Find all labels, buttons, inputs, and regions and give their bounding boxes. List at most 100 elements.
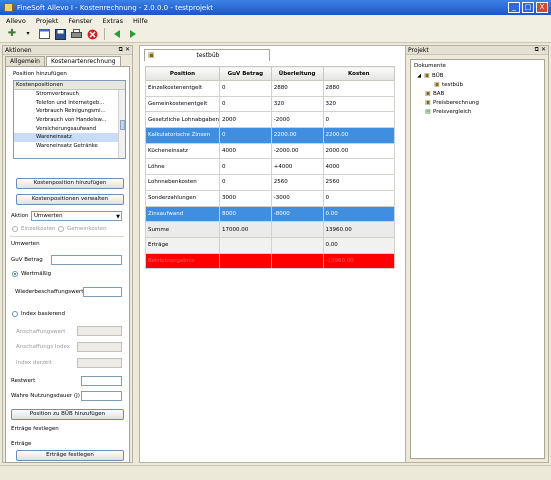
table-cell[interactable]: 2560 (270, 174, 324, 191)
table-cell[interactable]: 8000 (219, 205, 272, 223)
collapse-triangle-icon[interactable]: ◢ (416, 73, 422, 79)
table-cell[interactable]: 2000 (219, 111, 272, 129)
table-cell[interactable]: 2200.00 (322, 127, 396, 144)
einzelkosten-radio[interactable] (12, 226, 18, 232)
column-header-ueberleitung[interactable]: Überleitung (270, 66, 324, 81)
tab-kostenartenrechnung[interactable]: Kostenartenrechnung (45, 56, 121, 66)
table-row[interactable]: Sonderzahlungen 3000 -3000 0 (144, 189, 396, 207)
back-arrow-icon[interactable] (111, 28, 123, 40)
aktion-select[interactable]: Umwerten ▼ (31, 211, 122, 221)
table-cell[interactable]: 0.00 (322, 205, 396, 223)
table-cell[interactable] (270, 221, 324, 238)
table-cell[interactable]: 0 (219, 158, 272, 176)
table-cell[interactable]: 2880 (322, 80, 396, 97)
list-item[interactable]: Wareneinsatz Getränke (14, 142, 119, 151)
float-icon[interactable]: ⧉ (119, 46, 123, 54)
menu-projekt[interactable]: Projekt (36, 17, 58, 25)
table-cell[interactable]: -2000 (270, 111, 324, 129)
restwert-input[interactable] (81, 376, 122, 386)
dropdown-icon[interactable]: ▾ (22, 28, 34, 40)
tree-node-preisberechnung[interactable]: ▣ Preisberechnung (425, 100, 479, 107)
delete-icon[interactable] (86, 28, 98, 40)
menu-hilfe[interactable]: Hilfe (133, 17, 148, 25)
table-cell[interactable] (270, 252, 324, 270)
table-cell[interactable]: Sonderzahlungen (144, 189, 221, 207)
guv-betrag-input[interactable] (51, 255, 122, 265)
table-cell[interactable]: Zinsaufwand (144, 205, 221, 223)
column-header-guv-betrag[interactable]: GuV Betrag (219, 66, 272, 81)
table-row[interactable]: Gemeinkostenentgelt 0 320 320 (144, 95, 396, 113)
minimize-button[interactable]: _ (508, 2, 520, 13)
table-cell[interactable]: 320 (322, 95, 396, 113)
table-cell[interactable]: Kalkulatorische Zinsen (144, 127, 221, 144)
table-cell[interactable] (270, 236, 324, 254)
tree-node-bab[interactable]: ▣ BAB (425, 91, 444, 98)
wertmaessig-radio[interactable] (12, 271, 18, 277)
table-cell[interactable]: 2880 (270, 80, 324, 97)
table-cell[interactable]: Kücheneinsatz (144, 142, 221, 160)
table-cell[interactable]: Lohnnebenkosten (144, 174, 221, 191)
table-cell[interactable]: Summe (144, 221, 221, 238)
menu-fenster[interactable]: Fenster (68, 17, 92, 25)
table-cell[interactable]: Erträge (144, 236, 221, 254)
add-icon[interactable]: ✚ (6, 28, 18, 40)
wiederbeschaffungswert-input[interactable] (83, 287, 122, 297)
forward-arrow-icon[interactable] (127, 28, 139, 40)
table-cell[interactable]: +4000 (270, 158, 324, 176)
table-row[interactable]: Zinsaufwand 8000 -8000 0.00 (144, 205, 396, 223)
table-cell[interactable]: -8000 (270, 205, 324, 223)
table-cell[interactable]: -2000.00 (270, 142, 324, 160)
table-cell[interactable]: 320 (270, 95, 324, 113)
table-row[interactable]: Kalkulatorische Zinsen 0 2200.00 2200.00 (144, 127, 396, 144)
table-cell[interactable]: 0.00 (322, 236, 396, 254)
table-cell[interactable]: 13960.00 (322, 221, 396, 238)
manage-cost-positions-button[interactable]: Kostenpositionen verwalten (16, 194, 124, 205)
table-cell[interactable]: 2200.00 (270, 127, 324, 144)
table-cell[interactable]: 3000 (219, 189, 272, 207)
tree-node-preisvergleich[interactable]: ▤ Preisvergleich (425, 109, 471, 116)
anschaffungs-index-input[interactable] (77, 342, 122, 352)
list-item[interactable]: Versicherungsaufwand (14, 125, 119, 134)
tab-allgemein[interactable]: Allgemein (5, 56, 45, 66)
table-cell[interactable]: 17000.00 (219, 221, 272, 238)
menu-extras[interactable]: Extras (102, 17, 123, 25)
table-row[interactable]: Summe 17000.00 13960.00 (144, 221, 396, 238)
scrollbar-thumb[interactable] (120, 120, 125, 130)
list-item[interactable]: Stromverbrauch (14, 90, 119, 99)
print-icon[interactable] (70, 28, 82, 40)
table-cell[interactable]: 2560 (322, 174, 396, 191)
table-cell[interactable]: -13960.00 (322, 252, 396, 270)
table-cell[interactable]: 0 (219, 174, 272, 191)
table-cell[interactable]: 0 (322, 189, 396, 207)
table-row[interactable]: Erträge 0.00 (144, 236, 396, 254)
save-icon[interactable] (54, 28, 66, 40)
maximize-button[interactable]: □ (522, 2, 534, 13)
table-cell[interactable]: Einzelkostenentgelt (144, 80, 221, 97)
table-cell[interactable] (219, 236, 272, 254)
tree-root-dokumente[interactable]: Dokumente (414, 63, 446, 69)
tree-node-bub[interactable]: ◢ ▣ BÜB (416, 73, 444, 80)
table-cell[interactable]: Löhne (144, 158, 221, 176)
table-cell[interactable]: 0 (219, 95, 272, 113)
list-item[interactable]: Verbrauch von Handelsw... (14, 116, 119, 125)
table-row[interactable]: Löhne 0 +4000 4000 (144, 158, 396, 176)
table-row[interactable]: Lohnnebenkosten 0 2560 2560 (144, 174, 396, 191)
table-row[interactable]: Gesetzliche Lohnabgaben 2000 -2000 0 (144, 111, 396, 129)
list-scrollbar[interactable] (118, 90, 125, 158)
close-button[interactable]: X (536, 2, 548, 13)
close-panel-icon[interactable]: ✕ (125, 46, 130, 54)
table-cell[interactable]: Betriebsergebnis (144, 252, 221, 270)
nutzungsdauer-input[interactable] (81, 391, 122, 401)
table-cell[interactable] (219, 252, 272, 270)
table-row[interactable]: Betriebsergebnis -13960.00 (144, 252, 396, 270)
table-row[interactable]: Einzelkostenentgelt 0 2880 2880 (144, 80, 396, 97)
index-derzeit-input[interactable] (77, 358, 122, 368)
table-cell[interactable]: Gesetzliche Lohnabgaben (144, 111, 221, 129)
table-cell[interactable]: 4000 (219, 142, 272, 160)
tab-testbub[interactable]: ▣ testbüb (144, 49, 270, 61)
table-cell[interactable]: 0 (322, 111, 396, 129)
table-cell[interactable]: -3000 (270, 189, 324, 207)
table-cell[interactable]: 4000 (322, 158, 396, 176)
window-icon[interactable] (38, 28, 50, 40)
table-cell[interactable]: Gemeinkostenentgelt (144, 95, 221, 113)
